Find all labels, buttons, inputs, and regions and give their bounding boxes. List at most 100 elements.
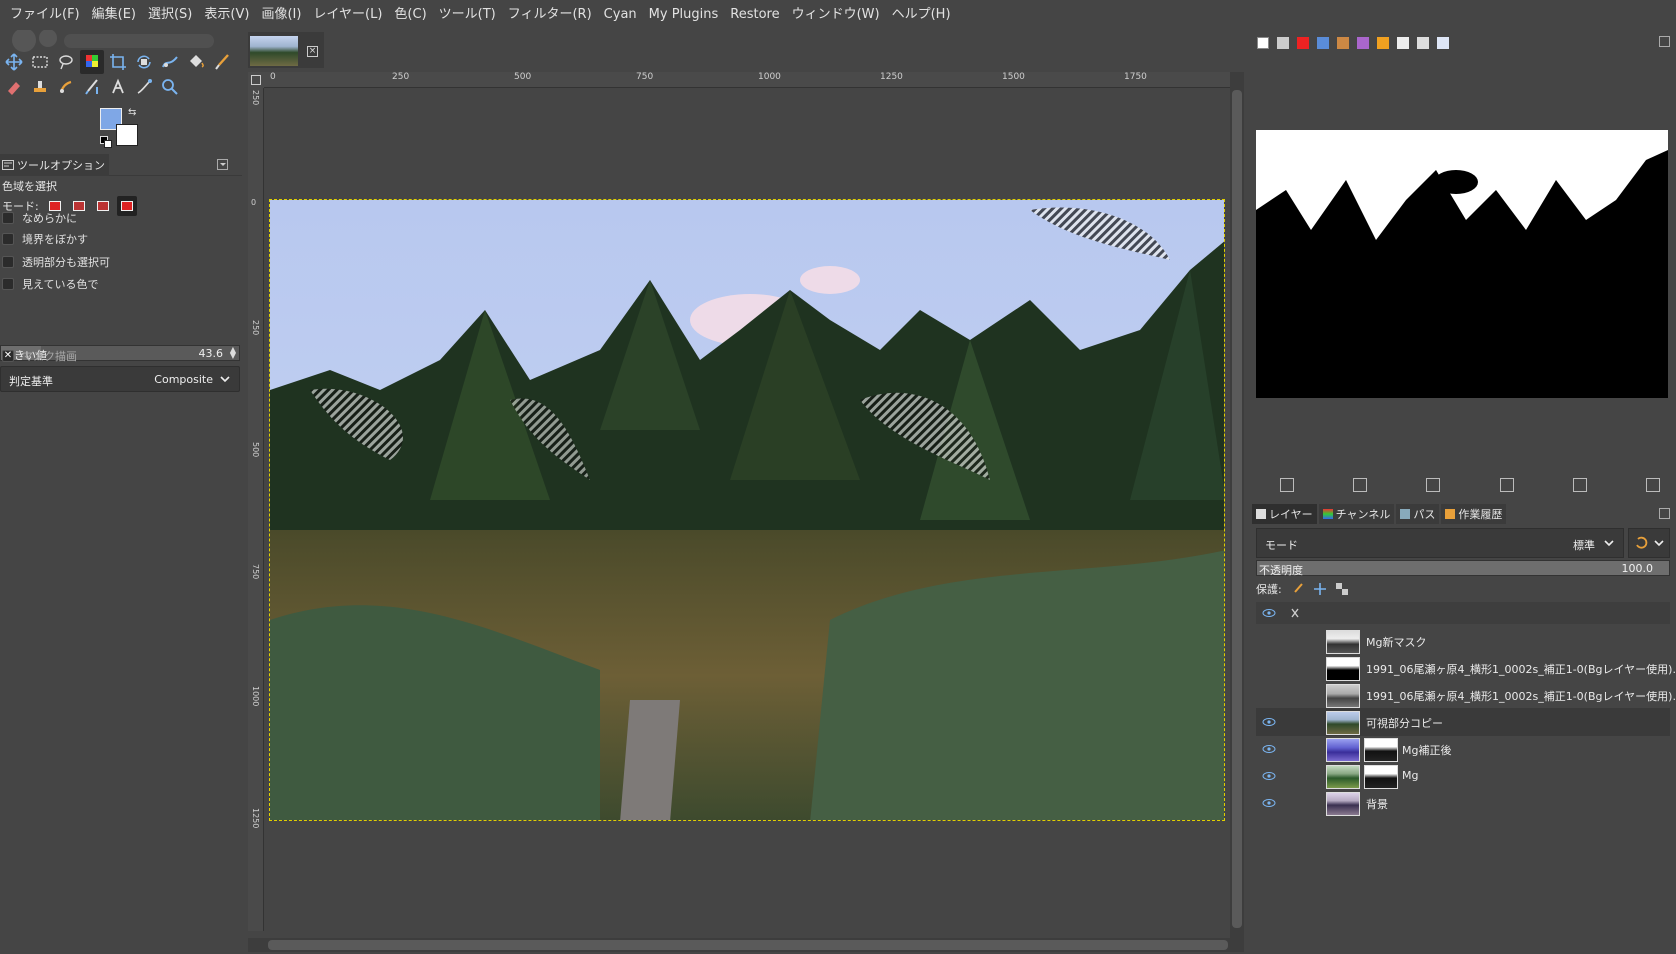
lock-alpha-icon[interactable] — [1335, 583, 1348, 595]
menu-tools[interactable]: ツール(T) — [433, 0, 502, 30]
menu-filters[interactable]: フィルター(R) — [502, 0, 598, 30]
feather-checkbox[interactable] — [2, 233, 14, 245]
panel-menu-icon[interactable] — [1659, 36, 1670, 47]
select-transparent-checkbox[interactable] — [2, 256, 14, 268]
feather-option[interactable]: 境界をぼかす — [2, 231, 88, 247]
layer-row[interactable]: 背景 — [1256, 789, 1670, 817]
layer-row[interactable]: Mg — [1256, 762, 1670, 790]
visibility-eye-icon[interactable] — [1262, 769, 1276, 783]
tab-paths[interactable]: パス — [1396, 504, 1440, 524]
antialias-option[interactable]: なめらかに — [2, 210, 77, 226]
menu-my-plugins[interactable]: My Plugins — [643, 0, 725, 30]
menu-edit[interactable]: 編集(E) — [86, 0, 142, 30]
layer-thumbnail[interactable] — [1326, 684, 1360, 708]
transform-icon[interactable] — [132, 50, 156, 74]
background-color[interactable] — [116, 124, 138, 146]
tab-tools[interactable] — [1414, 32, 1432, 54]
menu-image[interactable]: 画像(I) — [255, 0, 307, 30]
layer-name[interactable]: Mg補正後 — [1402, 742, 1451, 758]
menu-file[interactable]: ファイル(F) — [4, 0, 86, 30]
layer-row[interactable]: Mg新マスク — [1256, 627, 1670, 655]
layer-name[interactable]: 1991_06尾瀬ヶ原4_横形1_0002s_補正1-0(Bgレイヤー使用).t… — [1366, 661, 1676, 677]
draw-mask-option[interactable]: ✕ マスク描画 — [2, 348, 77, 364]
criterion-select[interactable]: 判定基準 Composite — [0, 366, 240, 392]
move-icon[interactable] — [2, 50, 26, 74]
panel-menu-icon[interactable] — [1659, 508, 1670, 519]
tab-images[interactable] — [1434, 32, 1452, 54]
text-icon[interactable] — [106, 75, 130, 99]
layer-row[interactable]: Mg補正後 — [1256, 735, 1670, 763]
menu-layer[interactable]: レイヤー(L) — [307, 0, 388, 30]
color-picker-icon[interactable] — [80, 75, 104, 99]
mode-intersect-button[interactable] — [116, 196, 137, 216]
channel-to-selection-icon[interactable] — [1280, 478, 1294, 492]
layer-row[interactable]: 1991_06尾瀬ヶ原4_横形1_0002s_補正1-0(Bgレイヤー使用).t… — [1256, 681, 1676, 709]
paintbrush-icon[interactable] — [210, 50, 234, 74]
tab-channels[interactable]: チャンネル — [1318, 504, 1395, 524]
layer-thumbnail[interactable] — [1326, 630, 1360, 654]
layer-thumbnail[interactable] — [1326, 738, 1360, 762]
menu-windows[interactable]: ウィンドウ(W) — [786, 0, 886, 30]
panel-menu-icon[interactable] — [217, 159, 228, 170]
ruler-vertical[interactable]: 250 0 250 500 750 1000 1250 — [248, 88, 264, 931]
menu-view[interactable]: 表示(V) — [198, 0, 255, 30]
visibility-eye-icon[interactable] — [1262, 796, 1276, 810]
image-tab[interactable]: × — [248, 32, 324, 68]
select-by-color-icon[interactable] — [80, 50, 104, 74]
eraser-icon[interactable] — [2, 75, 26, 99]
mask-icon[interactable] — [1426, 478, 1441, 492]
menu-restore[interactable]: Restore — [724, 0, 785, 30]
spin-arrows-icon[interactable]: ▲ ▼ — [230, 346, 236, 360]
tab-pointer[interactable] — [1254, 32, 1272, 54]
smudge-icon[interactable] — [54, 75, 78, 99]
layer-thumbnail[interactable] — [1326, 657, 1360, 681]
visibility-eye-icon[interactable] — [1262, 742, 1276, 756]
layer-name[interactable]: 背景 — [1366, 796, 1388, 812]
reset-colors-icon[interactable] — [100, 136, 112, 148]
clone-icon[interactable] — [28, 75, 52, 99]
close-icon[interactable]: × — [307, 46, 318, 57]
layer-name[interactable]: 可視部分コピー — [1366, 715, 1443, 731]
duplicate-icon[interactable] — [1499, 478, 1514, 492]
tab-colors[interactable] — [1294, 32, 1312, 54]
layer-mask-thumbnail[interactable] — [1364, 738, 1398, 762]
tab-warning[interactable] — [1374, 32, 1392, 54]
tab-history[interactable]: 作業履歴 — [1441, 504, 1507, 524]
new-channel-icon[interactable] — [1572, 478, 1587, 492]
tab-histogram[interactable] — [1314, 32, 1332, 54]
image-canvas[interactable] — [269, 199, 1225, 821]
quick-mask-toggle[interactable] — [248, 72, 264, 88]
tab-gradients[interactable] — [1394, 32, 1412, 54]
swap-colors-icon[interactable]: ⇆ — [128, 108, 138, 118]
tab-patterns[interactable] — [1354, 32, 1372, 54]
layer-name[interactable]: Mg新マスク — [1366, 634, 1426, 650]
layer-thumbnail[interactable] — [1326, 792, 1360, 816]
layer-row[interactable]: 1991_06尾瀬ヶ原4_横形1_0002s_補正1-0(Bgレイヤー使用).t… — [1256, 654, 1676, 682]
visibility-eye-icon[interactable] — [1262, 661, 1276, 675]
tab-brushes[interactable] — [1334, 32, 1352, 54]
menu-help[interactable]: ヘルプ(H) — [886, 0, 957, 30]
vertical-scrollbar[interactable] — [1230, 72, 1244, 938]
layer-mask-thumbnail[interactable] — [1364, 765, 1398, 789]
menu-cyan[interactable]: Cyan — [598, 0, 643, 30]
canvas-area[interactable] — [264, 88, 1230, 931]
composite-mode-button[interactable] — [1628, 528, 1670, 558]
layer-row[interactable]: 可視部分コピー — [1256, 708, 1670, 736]
sample-merged-checkbox[interactable] — [2, 278, 14, 290]
tab-tool-options[interactable]: ツールオプション — [0, 154, 109, 176]
visibility-eye-icon[interactable] — [1262, 634, 1276, 648]
menu-select[interactable]: 選択(S) — [142, 0, 198, 30]
layer-name[interactable]: Mg — [1402, 769, 1418, 782]
antialias-checkbox[interactable] — [2, 212, 14, 224]
layer-mode-select[interactable]: モード 標準 — [1256, 528, 1624, 558]
selection-icon[interactable] — [1353, 478, 1368, 492]
bucket-fill-icon[interactable] — [184, 50, 208, 74]
horizontal-scrollbar[interactable] — [248, 938, 1244, 952]
lock-position-icon[interactable] — [1313, 583, 1326, 595]
tab-layers[interactable]: レイヤー — [1252, 504, 1317, 524]
warp-icon[interactable] — [158, 50, 182, 74]
scroll-thumb[interactable] — [1232, 90, 1242, 928]
scroll-thumb[interactable] — [268, 940, 1228, 950]
paths-icon[interactable] — [132, 75, 156, 99]
lock-pixels-icon[interactable] — [1292, 583, 1304, 595]
